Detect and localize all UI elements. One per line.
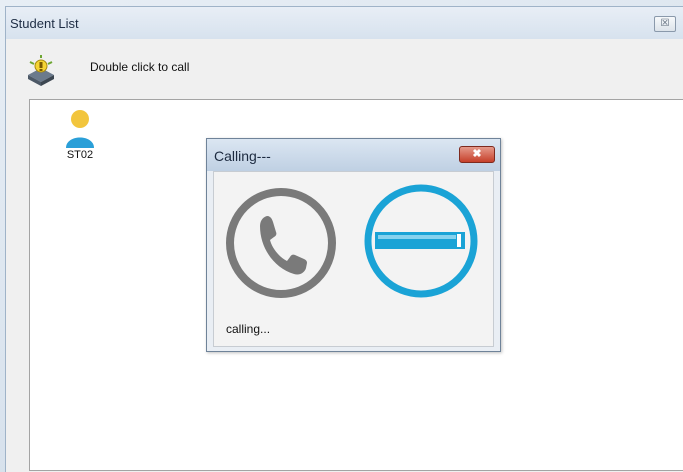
- hang-up-icon[interactable]: [362, 182, 480, 300]
- user-avatar-icon: [66, 110, 94, 148]
- dialog-title-bar: Calling--- ✖: [207, 139, 500, 171]
- dialog-close-button[interactable]: ✖: [459, 146, 495, 163]
- toolbar: Double click to call: [6, 39, 683, 101]
- dialog-title: Calling---: [214, 148, 271, 164]
- student-item[interactable]: ST02: [58, 108, 102, 161]
- phone-icon[interactable]: [224, 186, 338, 300]
- call-status: calling...: [226, 322, 271, 336]
- title-bar: Student List ☒: [6, 7, 683, 39]
- student-label: ST02: [66, 149, 94, 161]
- window-close-button[interactable]: ☒: [654, 16, 676, 32]
- double-click-hint: Double click to call: [90, 60, 190, 74]
- call-contact-icon[interactable]: [24, 53, 58, 87]
- calling-dialog: Calling--- ✖ calling...: [206, 138, 501, 352]
- dialog-body: calling...: [213, 171, 494, 347]
- window-title: Student List: [10, 16, 79, 31]
